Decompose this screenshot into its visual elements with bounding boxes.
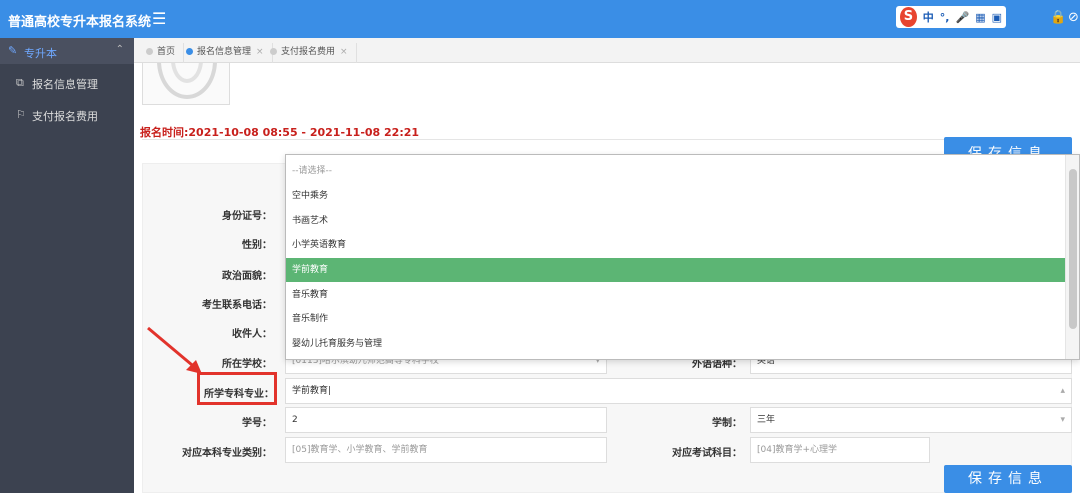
major-select[interactable]: 学前教育| ▴ — [285, 378, 1072, 404]
dropdown-option-selected[interactable]: 学前教育 — [286, 258, 1065, 282]
dropdown-option[interactable]: 空中乘务 — [286, 184, 1065, 208]
target-category-label: 对应本科专业类别： — [182, 448, 272, 459]
divider — [142, 139, 1072, 140]
major-dropdown[interactable]: --请选择-- 空中乘务 书画艺术 小学英语教育 学前教育 音乐教育 音乐制作 … — [285, 154, 1080, 360]
dropdown-option[interactable]: 婴幼儿托育服务与管理 — [286, 332, 1065, 356]
dropdown-option[interactable]: 音乐制作 — [286, 307, 1065, 331]
edit-icon: ✎ — [8, 44, 18, 57]
student-number-label: 学号： — [242, 418, 272, 429]
annotation-arrow-icon — [147, 326, 202, 374]
tab-dot-icon — [146, 48, 153, 55]
chevron-up-icon: ▴ — [1060, 386, 1065, 396]
student-number-input[interactable]: 2 — [285, 407, 607, 433]
duration-select[interactable]: 三年 ▾ — [750, 407, 1072, 433]
sogou-logo-icon[interactable]: S — [900, 7, 917, 27]
sidebar: ✎ 专升本 ⌃ ⧉ 报名信息管理 ⚐ 支付报名费用 — [0, 38, 134, 493]
sidebar-group-zhuanshengben[interactable]: ✎ 专升本 ⌃ — [0, 38, 134, 64]
bookmark-icon: ⚐ — [16, 108, 26, 121]
exam-subject-label: 对应考试科目： — [672, 448, 742, 459]
dropdown-scrollbar[interactable] — [1065, 155, 1079, 359]
ime-punctuation-icon[interactable]: °, — [940, 11, 950, 24]
tab-bar: 首页 报名信息管理 × 支付报名费用 × — [134, 38, 1080, 63]
save-button[interactable]: 保存信息 — [944, 465, 1072, 493]
block-icon[interactable]: ⊘ — [1068, 10, 1079, 25]
keyboard-icon[interactable]: ▦ — [975, 11, 985, 24]
chevron-up-icon: ⌃ — [115, 44, 124, 55]
registration-time: 报名时间:2021-10-08 08:55 - 2021-11-08 22:21 — [140, 126, 420, 139]
tab-registration-info[interactable]: 报名信息管理 × — [178, 43, 273, 63]
phone-label: 考生联系电话： — [202, 300, 272, 311]
microphone-icon[interactable]: 🎤 — [955, 11, 969, 24]
id-number-label: 身份证号： — [222, 211, 272, 222]
duration-label: 学制： — [712, 418, 742, 429]
sidebar-item-label: 报名信息管理 — [32, 78, 98, 91]
chevron-down-icon: ▾ — [1060, 415, 1065, 425]
tab-payment[interactable]: 支付报名费用 × — [262, 43, 357, 63]
sidebar-group-label: 专升本 — [24, 47, 57, 60]
exam-subject-input[interactable]: [04]教育学+心理学 — [750, 437, 930, 463]
sidebar-item-payment[interactable]: ⚐ 支付报名费用 — [0, 100, 134, 130]
top-bar: 普通高校专升本报名系统 ☰ S 中 °, 🎤 ▦ ▣ 🔒 ⊘ — [0, 0, 1080, 38]
scrollbar-thumb[interactable] — [1069, 169, 1077, 329]
ime-chinese-mode[interactable]: 中 — [923, 9, 934, 25]
applicant-photo — [142, 63, 230, 105]
app-title: 普通高校专升本报名系统 — [8, 15, 152, 30]
political-status-label: 政治面貌： — [222, 271, 272, 282]
dropdown-option[interactable]: 音乐教育 — [286, 283, 1065, 307]
ime-toolbar[interactable]: S 中 °, 🎤 ▦ ▣ — [896, 6, 1006, 28]
dropdown-option[interactable]: --请选择-- — [286, 159, 1065, 183]
copy-icon: ⧉ — [16, 76, 24, 89]
dropdown-option[interactable]: 小学英语教育 — [286, 233, 1065, 257]
tab-dot-icon — [270, 48, 277, 55]
tab-dot-icon — [186, 48, 193, 55]
hamburger-icon[interactable]: ☰ — [152, 9, 166, 28]
lock-icon[interactable]: 🔒 — [1050, 10, 1066, 25]
gender-label: 性别： — [242, 240, 272, 251]
close-icon[interactable]: × — [340, 47, 348, 57]
sidebar-item-label: 支付报名费用 — [32, 110, 98, 123]
dropdown-option[interactable]: 书画艺术 — [286, 209, 1065, 233]
target-category-input[interactable]: [05]教育学、小学教育、学前教育 — [285, 437, 607, 463]
sidebar-item-registration-info[interactable]: ⧉ 报名信息管理 — [0, 68, 134, 98]
toolbox-icon[interactable]: ▣ — [992, 11, 1002, 24]
